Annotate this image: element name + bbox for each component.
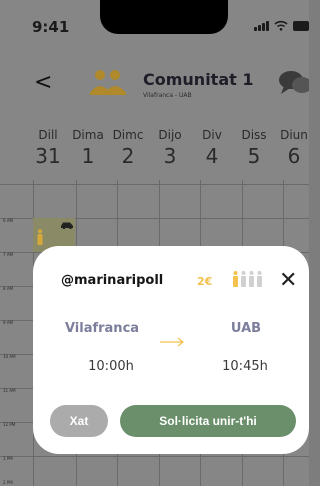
day-date: 2 bbox=[121, 144, 135, 168]
departure-time: 10:00h bbox=[88, 359, 134, 374]
grid-divider bbox=[0, 184, 309, 185]
hour-label: 1 PM bbox=[3, 456, 13, 461]
hour-label: 7 AM bbox=[3, 252, 14, 257]
chat-bubbles-icon[interactable] bbox=[278, 68, 309, 98]
day-date: 6 bbox=[287, 144, 301, 168]
wifi-icon bbox=[274, 20, 288, 31]
ride-price: 2€ bbox=[197, 275, 213, 288]
day-date: 3 bbox=[163, 144, 177, 168]
person-icon bbox=[233, 271, 238, 287]
day-date: 1 bbox=[81, 144, 95, 168]
arrival-time: 10:45h bbox=[222, 359, 268, 374]
app-screen: 9:41 < Comunitat 1 Vilafranca - UAB Dill… bbox=[0, 0, 309, 486]
hour-label: 6 AM bbox=[3, 218, 14, 223]
person-icon bbox=[249, 271, 254, 287]
week-days-row: Dill 31 Dima 1 Dimc 2 Dijo 3 Div 4 Diss … bbox=[30, 128, 309, 178]
day-column-header[interactable]: Diss 5 bbox=[236, 128, 272, 168]
day-name: Div bbox=[202, 128, 222, 142]
hour-label: 12 PM bbox=[3, 422, 16, 427]
day-name: Dimc bbox=[112, 128, 144, 142]
day-column-header[interactable]: Dill 31 bbox=[30, 128, 66, 168]
seat-indicator bbox=[233, 271, 262, 287]
request-join-button[interactable]: Sol·licita unir-t'hi bbox=[120, 405, 296, 437]
day-name: Dill bbox=[38, 128, 58, 142]
chevron-left-icon[interactable]: < bbox=[34, 70, 52, 95]
battery-icon bbox=[293, 20, 309, 31]
arrow-right-icon bbox=[160, 337, 184, 347]
status-time: 9:41 bbox=[32, 18, 70, 36]
person-icon bbox=[37, 229, 43, 245]
status-icons bbox=[254, 20, 309, 31]
device-notch bbox=[100, 0, 228, 34]
ride-detail-card: @marinaripoll 2€ ✕ Vilafranca UAB 10:00h… bbox=[33, 246, 309, 454]
chat-button[interactable]: Xat bbox=[50, 405, 108, 437]
day-name: Diun bbox=[280, 128, 308, 142]
hour-label: 2 PM bbox=[3, 480, 13, 485]
day-column-header[interactable]: Dima 1 bbox=[70, 128, 106, 168]
day-date: 31 bbox=[35, 144, 61, 168]
grid-divider bbox=[0, 456, 309, 457]
hour-label: 9 AM bbox=[3, 320, 14, 325]
day-column-header[interactable]: Diun 6 bbox=[276, 128, 309, 168]
day-name: Diss bbox=[241, 128, 267, 142]
close-icon[interactable]: ✕ bbox=[279, 268, 297, 293]
driver-username[interactable]: @marinaripoll bbox=[61, 273, 163, 288]
day-date: 5 bbox=[247, 144, 261, 168]
person-icon bbox=[241, 271, 246, 287]
hour-label: 11 AM bbox=[3, 388, 16, 393]
page-title: Comunitat 1 bbox=[143, 70, 254, 89]
person-icon bbox=[257, 271, 262, 287]
group-icon bbox=[90, 70, 126, 95]
day-column-header[interactable]: Dijo 3 bbox=[152, 128, 188, 168]
community-header: < Comunitat 1 Vilafranca - UAB bbox=[0, 60, 309, 116]
origin-location: Vilafranca bbox=[64, 321, 140, 336]
day-name: Dijo bbox=[158, 128, 182, 142]
destination-location: UAB bbox=[230, 321, 262, 336]
hour-label: 10 AM bbox=[3, 354, 16, 359]
car-icon bbox=[61, 222, 73, 229]
day-column-header[interactable]: Dimc 2 bbox=[110, 128, 146, 168]
day-name: Dima bbox=[72, 128, 104, 142]
page-subtitle: Vilafranca - UAB bbox=[143, 92, 192, 99]
status-bar: 9:41 bbox=[0, 0, 309, 48]
day-date: 4 bbox=[205, 144, 219, 168]
signal-icon bbox=[254, 20, 269, 31]
day-column-header[interactable]: Div 4 bbox=[194, 128, 230, 168]
hour-label: 8 AM bbox=[3, 286, 14, 291]
